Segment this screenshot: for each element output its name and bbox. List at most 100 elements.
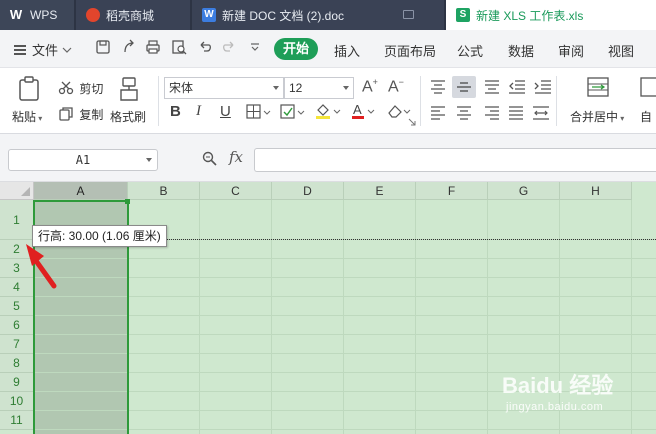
align-middle-icon[interactable] <box>456 79 472 98</box>
magnifier-icon[interactable] <box>202 151 217 166</box>
decrease-font-icon[interactable]: A− <box>388 77 404 96</box>
red-arrow-annotation <box>26 244 57 289</box>
tab-formula[interactable]: 公式 <box>457 41 483 60</box>
menu-bar: 文件 开始 插入 页面布局 公式 数据 审阅 视图 <box>0 30 656 68</box>
tab-xls-file[interactable]: S 新建 XLS 工作表.xls <box>446 0 656 30</box>
font-name-select[interactable]: 宋体 <box>164 77 284 99</box>
indent-increase-icon[interactable] <box>534 79 552 98</box>
ribbon-divider <box>158 76 159 126</box>
indent-decrease-icon[interactable] <box>508 79 526 98</box>
row-header-10[interactable]: 10 <box>0 392 34 411</box>
italic-icon[interactable]: I <box>196 103 201 120</box>
row-header-8[interactable]: 8 <box>0 354 34 373</box>
justify-icon[interactable] <box>508 105 524 124</box>
align-center-icon[interactable] <box>456 105 472 124</box>
svg-text:A: A <box>353 102 362 117</box>
row-header-6[interactable]: 6 <box>0 316 34 335</box>
column-header-e[interactable]: E <box>344 182 416 200</box>
column-gridline <box>343 200 344 434</box>
tab-doc-file[interactable]: W 新建 DOC 文档 (2).doc <box>192 0 444 30</box>
column-header-g[interactable]: G <box>488 182 560 200</box>
align-top-icon[interactable] <box>430 79 446 98</box>
chevron-down-icon <box>62 47 72 53</box>
fill-handle[interactable] <box>125 199 130 204</box>
tab-label: 新建 XLS 工作表.xls <box>476 8 584 23</box>
wps-logo-icon: W <box>9 7 23 22</box>
copy-button[interactable]: 复制 <box>58 106 103 123</box>
tab-wps-home[interactable]: W WPS <box>0 0 74 30</box>
cell-style-icon[interactable] <box>280 104 306 123</box>
share-icon[interactable] <box>120 39 138 57</box>
title-tab-bar: W WPS 稻壳商城 W 新建 DOC 文档 (2).doc S 新建 XLS … <box>0 0 656 30</box>
word-doc-icon: W <box>202 8 216 22</box>
tab-view[interactable]: 视图 <box>608 41 634 60</box>
undo-icon[interactable] <box>196 39 214 57</box>
column-header-b[interactable]: B <box>128 182 200 200</box>
merge-center-label: 合并居中 <box>570 110 619 124</box>
column-header-d[interactable]: D <box>272 182 344 200</box>
tab-page-layout[interactable]: 页面布局 <box>384 41 436 60</box>
distributed-icon[interactable] <box>532 105 550 124</box>
monitor-icon[interactable] <box>403 10 414 19</box>
increase-font-icon[interactable]: A+ <box>362 77 378 96</box>
redo-icon[interactable] <box>220 39 238 57</box>
tab-label: 新建 DOC 文档 (2).doc <box>222 8 345 23</box>
column-gridline <box>487 200 488 434</box>
name-box[interactable]: A1 <box>8 149 158 171</box>
tab-start[interactable]: 开始 <box>274 38 318 60</box>
merge-cells-icon[interactable] <box>586 77 610 99</box>
brush-icon[interactable] <box>116 76 142 102</box>
tab-review[interactable]: 审阅 <box>558 41 584 60</box>
align-bottom-icon[interactable] <box>484 79 500 98</box>
row-header-5[interactable]: 5 <box>0 297 34 316</box>
row-header-11[interactable]: 11 <box>0 411 34 430</box>
chevron-down-icon <box>273 86 279 90</box>
align-left-icon[interactable] <box>430 105 446 124</box>
column-header-f[interactable]: F <box>416 182 488 200</box>
fire-icon <box>86 8 100 22</box>
align-right-icon[interactable] <box>484 105 500 124</box>
spreadsheet-grid[interactable]: ABCDEFGH 1 2 3 4 5 6 7 8 9 10 11 行高: 30.00 (1.06 厘… <box>0 182 656 434</box>
chevron-down-icon <box>343 86 349 90</box>
copy-label: 复制 <box>79 108 104 122</box>
file-menu[interactable]: 文件 <box>14 40 72 59</box>
name-box-value: A1 <box>75 153 91 167</box>
tab-data[interactable]: 数据 <box>508 41 534 60</box>
tab-docer-shop[interactable]: 稻壳商城 <box>76 0 190 30</box>
font-size-select[interactable]: 12 <box>284 77 354 99</box>
tab-label: WPS <box>30 8 58 22</box>
font-name-value: 宋体 <box>169 81 194 95</box>
column-header-c[interactable]: C <box>200 182 272 200</box>
formula-input[interactable] <box>254 148 656 172</box>
print-icon[interactable] <box>144 39 162 57</box>
column-gridline <box>271 200 272 434</box>
dialog-launcher-icon[interactable] <box>408 118 416 126</box>
save-icon[interactable] <box>94 39 112 57</box>
row-header-9[interactable]: 9 <box>0 373 34 392</box>
tab-label: 稻壳商城 <box>106 8 155 23</box>
row-header-7[interactable]: 7 <box>0 335 34 354</box>
customize-toolbar-icon[interactable] <box>246 39 264 57</box>
ribbon-toolbar: 粘贴 ▾ 剪切 复制 格式刷 宋体 12 A+ A− B I U A 合并居中 … <box>0 68 656 134</box>
copy-icon <box>59 107 73 121</box>
ribbon-divider <box>420 76 421 126</box>
insert-function-button[interactable]: fx <box>229 148 243 166</box>
font-color-icon[interactable]: A <box>350 102 376 123</box>
column-header-h[interactable]: H <box>560 182 632 200</box>
merge-center-button[interactable]: 合并居中 ▾ <box>570 108 624 125</box>
fill-color-icon[interactable] <box>314 102 342 123</box>
auto-wrap-button[interactable]: 自 <box>640 108 652 125</box>
wrap-text-icon[interactable] <box>640 77 656 99</box>
tab-insert[interactable]: 插入 <box>334 41 360 60</box>
bold-icon[interactable]: B <box>170 103 181 120</box>
clipboard-icon[interactable] <box>16 76 42 102</box>
cut-button[interactable]: 剪切 <box>58 80 103 97</box>
paste-button[interactable]: 粘贴 ▾ <box>12 108 42 125</box>
watermark-sub: jingyan.baidu.com <box>506 401 604 413</box>
underline-icon[interactable]: U <box>220 103 231 120</box>
chevron-down-icon <box>146 158 152 162</box>
file-menu-label: 文件 <box>32 43 59 58</box>
format-painter-button[interactable]: 格式刷 <box>110 108 146 125</box>
print-preview-icon[interactable] <box>170 39 188 57</box>
border-icon[interactable] <box>246 104 272 123</box>
